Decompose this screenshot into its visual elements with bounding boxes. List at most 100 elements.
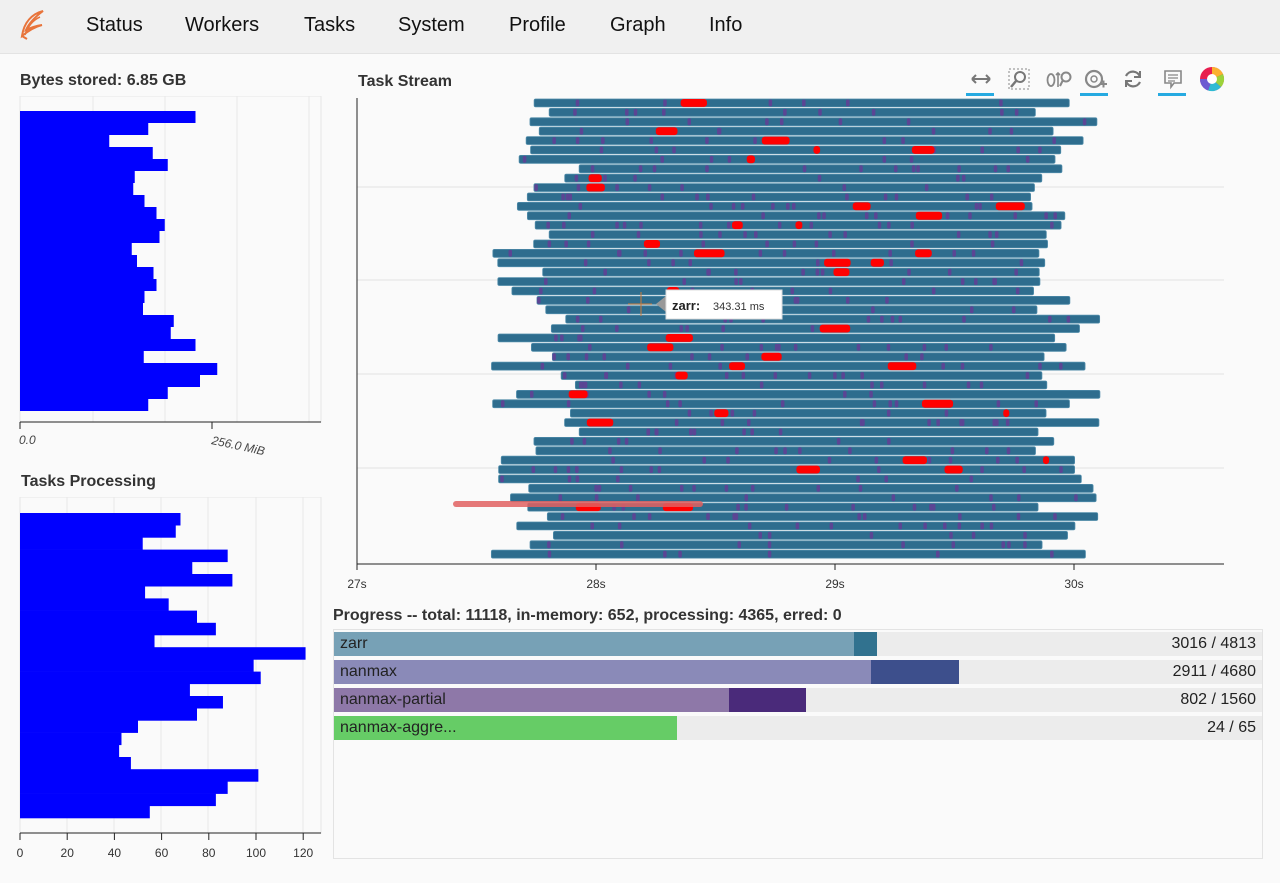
task-stream-rect[interactable]: [533, 239, 1048, 249]
processing-bar[interactable]: [20, 549, 228, 563]
processing-bar[interactable]: [20, 635, 155, 648]
transfer-rect[interactable]: [887, 362, 917, 371]
memory-bar[interactable]: [20, 267, 154, 279]
transfer-rect[interactable]: [911, 146, 935, 154]
processing-bar[interactable]: [20, 744, 120, 758]
task-stream-rect[interactable]: [497, 258, 1046, 268]
memory-bar-chart[interactable]: 0.0 256.0 MiB: [10, 96, 330, 466]
nav-system[interactable]: System: [398, 14, 465, 37]
task-stream-rect[interactable]: [527, 211, 1066, 221]
task-stream-rect[interactable]: [538, 126, 1054, 136]
hover-tool[interactable]: [1156, 64, 1188, 96]
transfer-rect[interactable]: [921, 399, 954, 408]
memory-bar[interactable]: [20, 231, 160, 243]
transfer-rect[interactable]: [665, 334, 693, 342]
task-stream-rect[interactable]: [529, 540, 1043, 550]
processing-bar[interactable]: [20, 525, 176, 538]
task-stream-rect[interactable]: [546, 512, 1099, 521]
processing-bar[interactable]: [20, 769, 259, 782]
task-stream-rect[interactable]: [492, 248, 1040, 258]
transfer-rect[interactable]: [729, 362, 746, 371]
transfer-rect[interactable]: [680, 99, 707, 107]
progress-row-nanmax-partial[interactable]: nanmax-partial 802 / 1560: [334, 688, 1262, 712]
transfer-rect[interactable]: [819, 324, 851, 333]
processing-bar[interactable]: [20, 610, 197, 624]
memory-bar[interactable]: [20, 339, 196, 351]
task-stream-rect[interactable]: [551, 352, 1045, 362]
task-stream-rect[interactable]: [518, 155, 1056, 164]
task-stream-rect[interactable]: [533, 183, 1035, 192]
task-stream-rect[interactable]: [542, 267, 1040, 277]
memory-bar[interactable]: [20, 147, 153, 159]
task-stream-rect[interactable]: [536, 295, 1071, 305]
processing-bar[interactable]: [20, 586, 146, 599]
memory-bar[interactable]: [20, 123, 149, 135]
processing-bar[interactable]: [20, 537, 143, 550]
processing-bar[interactable]: [20, 708, 197, 721]
memory-bar[interactable]: [20, 183, 134, 195]
task-stream-rect[interactable]: [550, 324, 1080, 333]
task-stream-rect[interactable]: [516, 202, 1033, 211]
nav-tasks[interactable]: Tasks: [304, 14, 355, 37]
memory-bar[interactable]: [20, 363, 218, 375]
transfer-rect[interactable]: [795, 221, 803, 230]
nav-workers[interactable]: Workers: [185, 14, 259, 37]
memory-bar[interactable]: [20, 111, 196, 123]
transfer-rect[interactable]: [588, 174, 602, 183]
memory-bar[interactable]: [20, 303, 143, 315]
processing-bar[interactable]: [20, 757, 131, 770]
transfer-rect[interactable]: [643, 240, 661, 248]
memory-bar[interactable]: [20, 243, 132, 255]
transfer-rect[interactable]: [761, 352, 782, 361]
wheel-zoom-tool[interactable]: [1040, 64, 1072, 94]
task-stream-rect[interactable]: [490, 549, 1086, 559]
progress-row-zarr[interactable]: zarr 3016 / 4813: [334, 632, 1262, 656]
processing-bar[interactable]: [20, 696, 223, 709]
transfer-rect[interactable]: [944, 465, 963, 474]
memory-bar[interactable]: [20, 171, 135, 183]
transfer-rect[interactable]: [761, 136, 790, 145]
transfer-rect[interactable]: [568, 390, 588, 399]
dask-logo-icon[interactable]: [18, 9, 48, 41]
processing-bar[interactable]: [20, 513, 181, 526]
transfer-rect[interactable]: [870, 258, 884, 267]
task-stream-rect[interactable]: [529, 117, 1098, 127]
transfer-rect[interactable]: [796, 465, 820, 474]
transfer-rect[interactable]: [813, 146, 821, 154]
transfer-rect[interactable]: [1042, 456, 1050, 465]
transfer-rect[interactable]: [731, 221, 743, 230]
processing-bar[interactable]: [20, 683, 190, 697]
transfer-rect[interactable]: [902, 456, 927, 465]
task-stream-rect[interactable]: [525, 136, 1084, 145]
task-stream-rect[interactable]: [498, 474, 1082, 484]
processing-bar[interactable]: [20, 574, 233, 587]
memory-bar[interactable]: [20, 195, 145, 207]
processing-bar[interactable]: [20, 732, 122, 746]
transfer-rect[interactable]: [833, 268, 850, 277]
transfer-rect[interactable]: [995, 202, 1025, 211]
memory-bar[interactable]: [20, 327, 171, 339]
pan-tool[interactable]: [964, 64, 996, 96]
transfer-rect[interactable]: [675, 371, 688, 380]
bokeh-logo[interactable]: [1196, 64, 1228, 94]
transfer-rect[interactable]: [586, 418, 614, 427]
task-stream-rect[interactable]: [578, 164, 1063, 174]
task-stream-rect[interactable]: [548, 107, 1036, 117]
task-stream-rect[interactable]: [531, 342, 1067, 352]
memory-bar[interactable]: [20, 387, 168, 399]
processing-bar[interactable]: [20, 622, 216, 636]
task-stream-chart[interactable]: 27s 28s 29s 30s zarr: 343.31 ms: [340, 96, 1240, 596]
task-stream-rect[interactable]: [545, 305, 1038, 315]
nav-graph[interactable]: Graph: [610, 14, 666, 37]
task-stream-rect[interactable]: [500, 455, 1075, 465]
reset-tool[interactable]: [1116, 64, 1148, 94]
task-stream-rect[interactable]: [533, 98, 1070, 108]
transfer-rect[interactable]: [586, 183, 605, 192]
task-stream-rect[interactable]: [548, 230, 1047, 239]
transfer-rect[interactable]: [693, 249, 725, 258]
memory-bar[interactable]: [20, 399, 149, 411]
task-stream-rect[interactable]: [564, 418, 1100, 427]
transfer-rect[interactable]: [746, 155, 756, 164]
transfer-rect[interactable]: [852, 202, 871, 211]
transfer-rect[interactable]: [1003, 409, 1010, 418]
